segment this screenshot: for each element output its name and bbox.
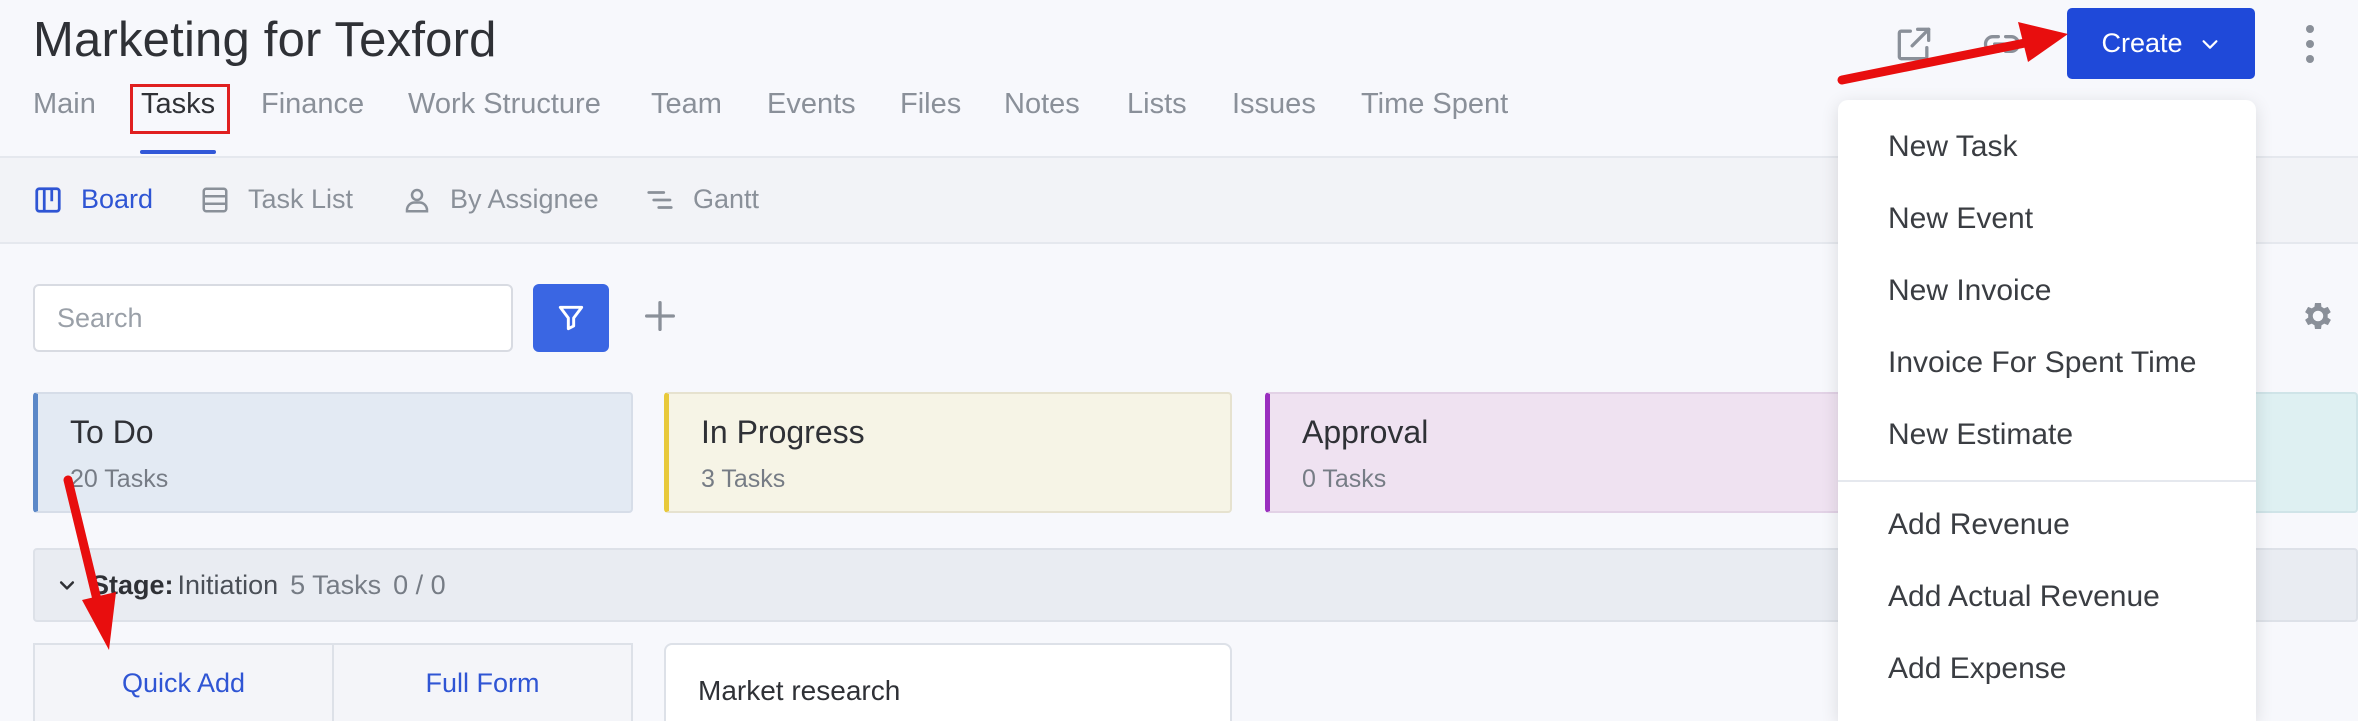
create-button-label: Create (2101, 28, 2183, 58)
menu-item-new-event[interactable]: New Event (1888, 202, 2033, 236)
plus-icon (645, 301, 675, 331)
view-task-list[interactable]: Task List (200, 184, 353, 215)
column-title: In Progress (701, 414, 865, 450)
filter-icon (558, 305, 584, 331)
menu-divider (1838, 480, 2256, 482)
menu-item-new-task[interactable]: New Task (1888, 130, 2018, 164)
link-icon[interactable] (1980, 22, 2024, 66)
filter-button[interactable] (533, 284, 609, 352)
add-column-button[interactable] (640, 296, 680, 336)
tab-highlight-annotation (130, 84, 230, 134)
view-board-label: Board (81, 184, 154, 214)
column-next-partial[interactable] (2250, 392, 2358, 513)
view-task-list-label: Task List (248, 184, 354, 214)
column-approval[interactable]: Approval 0 Tasks (1265, 392, 1845, 513)
gear-icon[interactable] (2300, 298, 2336, 334)
menu-item-add-actual-revenue[interactable]: Add Actual Revenue (1888, 580, 2160, 614)
task-card-title: Market research (698, 675, 901, 706)
column-count: 0 Tasks (1302, 465, 1387, 493)
chevron-down-icon (2201, 39, 2218, 49)
chevron-down-icon (59, 581, 75, 590)
menu-item-add-revenue[interactable]: Add Revenue (1888, 508, 2070, 542)
kebab-menu-icon[interactable] (2300, 22, 2320, 66)
tab-time-spent[interactable]: Time Spent (1361, 88, 1508, 121)
column-title: Approval (1302, 414, 1429, 450)
stage-value: Initiation (177, 569, 279, 600)
column-count: 20 Tasks (70, 465, 169, 493)
view-board[interactable]: Board (33, 184, 153, 215)
tab-work-structure[interactable]: Work Structure (408, 88, 601, 121)
gantt-icon (647, 190, 673, 209)
active-tab-indicator (140, 150, 216, 154)
arrow-to-create-button (1837, 22, 2068, 85)
task-card[interactable]: Market research (664, 643, 1232, 721)
tab-team[interactable]: Team (651, 88, 722, 121)
full-form-button[interactable]: Full Form (332, 645, 631, 721)
menu-item-new-estimate[interactable]: New Estimate (1888, 418, 2073, 452)
stage-label: Stage (91, 569, 165, 600)
tab-main[interactable]: Main (33, 88, 96, 121)
column-in-progress[interactable]: In Progress 3 Tasks (664, 392, 1232, 513)
search-input[interactable] (33, 284, 513, 352)
tab-finance[interactable]: Finance (261, 88, 364, 121)
tab-events[interactable]: Events (767, 88, 856, 121)
list-icon (202, 187, 228, 212)
stage-ratio: 0 / 0 (393, 569, 446, 600)
view-by-assignee[interactable]: By Assignee (402, 184, 599, 215)
tab-files[interactable]: Files (900, 88, 961, 121)
page-title: Marketing for Texford (33, 13, 497, 67)
menu-item-invoice-for-spent-time[interactable]: Invoice For Spent Time (1888, 346, 2196, 380)
stage-colon: : (164, 569, 174, 600)
board-icon (35, 186, 61, 213)
tab-lists[interactable]: Lists (1127, 88, 1187, 121)
view-gantt-label: Gantt (693, 184, 760, 214)
quick-add-button[interactable]: Quick Add (35, 645, 332, 721)
user-icon (405, 188, 429, 212)
quick-add-bar: Quick Add Full Form (33, 643, 633, 721)
stage-task-count: 5 Tasks (290, 569, 382, 600)
create-dropdown-menu: New Task New Event New Invoice Invoice F… (1838, 100, 2256, 721)
column-count: 3 Tasks (701, 465, 786, 493)
tab-issues[interactable]: Issues (1232, 88, 1316, 121)
column-title: To Do (70, 414, 154, 450)
menu-item-new-invoice[interactable]: New Invoice (1888, 274, 2051, 308)
view-by-assignee-label: By Assignee (450, 184, 599, 214)
column-to-do[interactable]: To Do 20 Tasks (33, 392, 633, 513)
view-gantt[interactable]: Gantt (645, 184, 759, 215)
tab-notes[interactable]: Notes (1004, 88, 1080, 121)
external-link-icon[interactable] (1892, 22, 1936, 66)
menu-item-add-expense[interactable]: Add Expense (1888, 652, 2066, 686)
create-button[interactable]: Create (2067, 8, 2255, 79)
